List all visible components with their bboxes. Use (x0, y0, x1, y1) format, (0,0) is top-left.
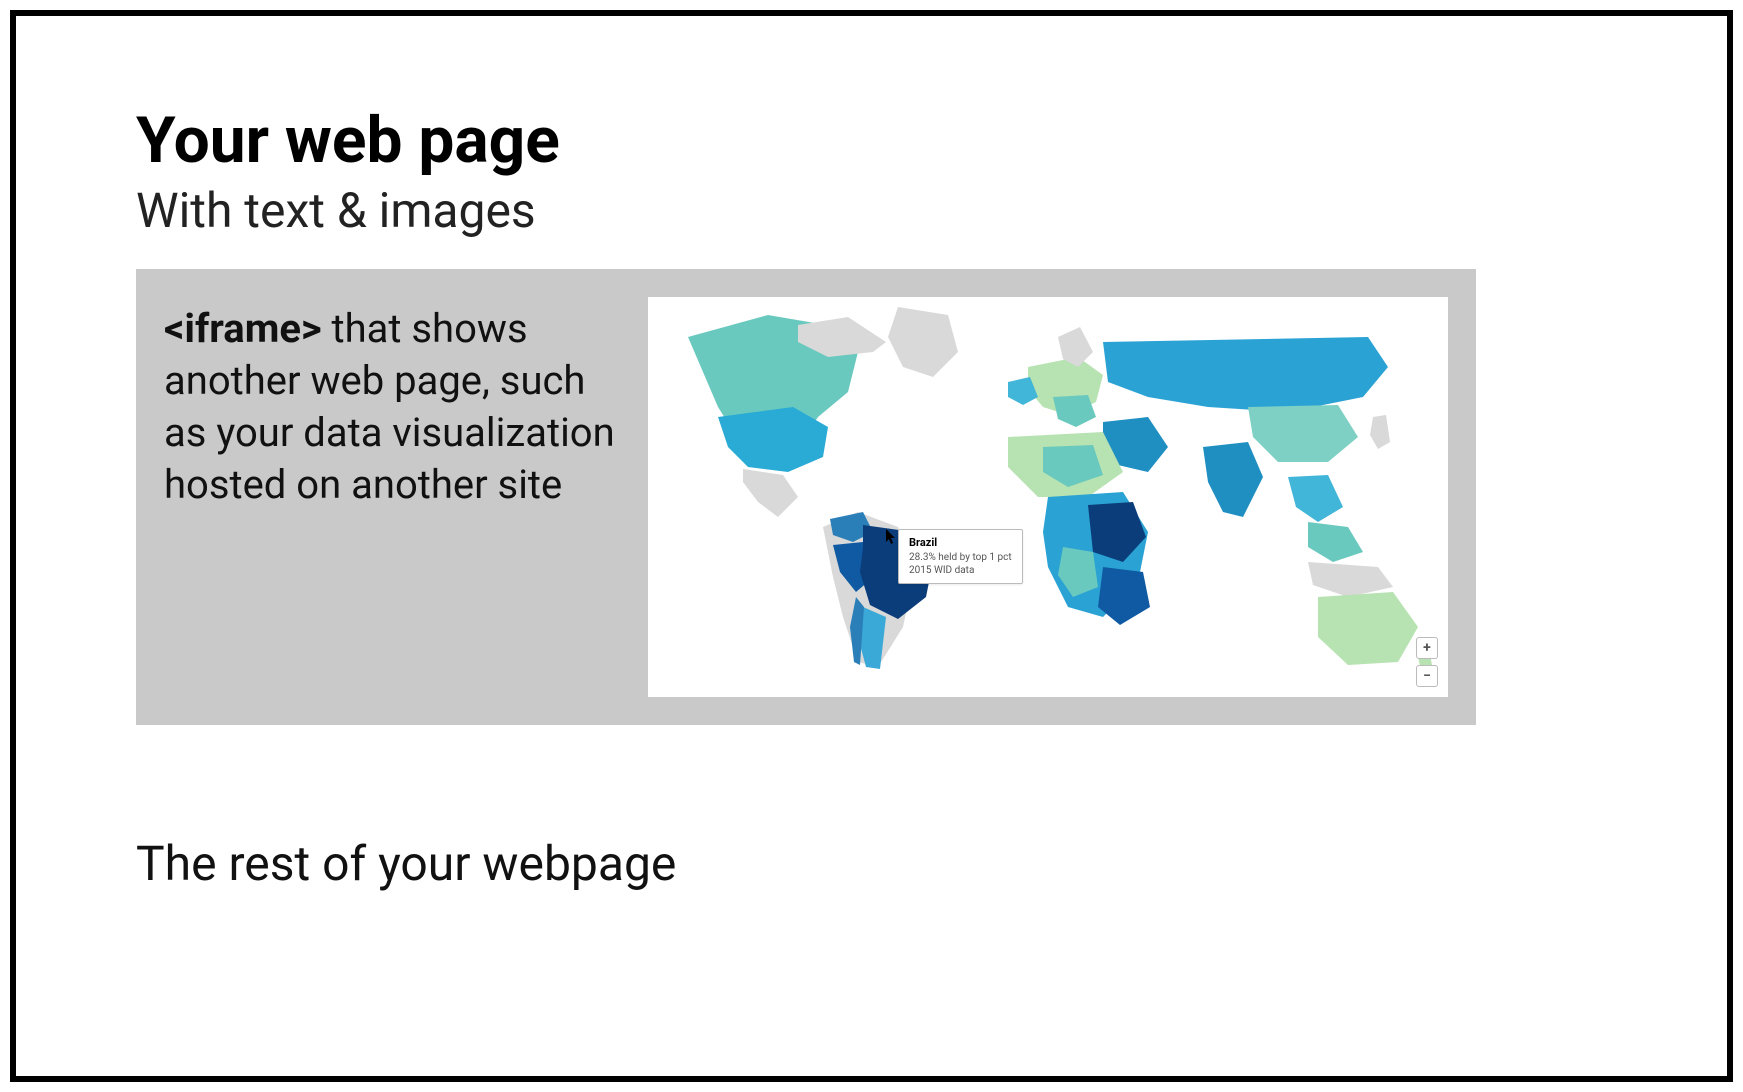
cursor-icon (886, 529, 898, 545)
world-map-svg (648, 297, 1448, 697)
footer-text: The rest of your webpage (136, 835, 1607, 892)
iframe-description: <iframe> that shows another web page, su… (164, 297, 624, 511)
tooltip-title: Brazil (909, 536, 1012, 550)
page-frame: Your web page With text & images <iframe… (10, 10, 1733, 1082)
tooltip-line1: 28.3% held by top 1 pct (909, 552, 1012, 565)
map-tooltip: Brazil 28.3% held by top 1 pct 2015 WID … (898, 529, 1023, 584)
tooltip-line2: 2015 WID data (909, 565, 1012, 578)
page-title: Your web page (136, 106, 1607, 176)
zoom-controls: + − (1416, 637, 1438, 687)
zoom-out-button[interactable]: − (1416, 665, 1438, 687)
map-visualization[interactable]: Brazil 28.3% held by top 1 pct 2015 WID … (648, 297, 1448, 697)
page-subtitle: With text & images (136, 182, 1607, 239)
iframe-container: <iframe> that shows another web page, su… (136, 269, 1476, 725)
iframe-tag-bold: <iframe> (164, 305, 322, 352)
zoom-in-button[interactable]: + (1416, 637, 1438, 659)
